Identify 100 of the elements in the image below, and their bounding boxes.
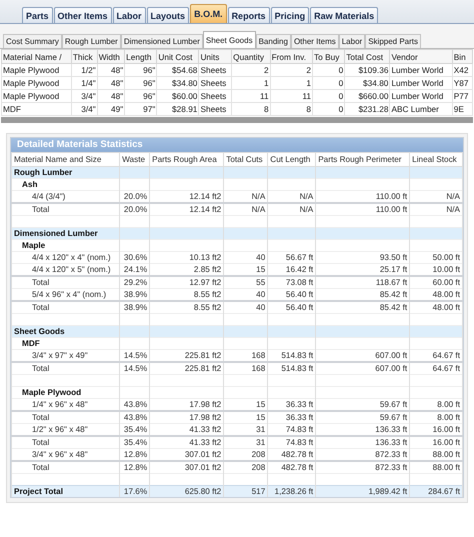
table-cell: 40 — [224, 301, 268, 314]
table-cell: 4/4 (3/4") — [12, 190, 120, 203]
table-cell: 56.40 ft — [268, 301, 316, 314]
table-cell: 1 — [232, 76, 270, 90]
table-cell: Lumber World — [390, 64, 452, 76]
table-cell: 110.00 ft — [316, 190, 410, 203]
table-cell: 24.1% — [120, 264, 150, 276]
table-cell: 3/4" — [71, 90, 98, 102]
sub-tab[interactable]: Sheet Goods — [202, 31, 256, 48]
table-cell: 64.67 ft — [410, 350, 462, 362]
column-header: Parts Rough Area — [150, 152, 224, 166]
table-cell: Maple Plywood — [2, 90, 72, 102]
table-cell: 17.6% — [120, 486, 150, 497]
table-cell: 43.8% — [120, 411, 150, 424]
table-cell: 8.55 ft2 — [150, 301, 224, 314]
main-tab[interactable]: Labor — [112, 7, 146, 23]
column-header[interactable]: Vendor — [390, 50, 452, 64]
table-cell: 1/2" — [71, 64, 98, 76]
table-cell: 12.8% — [120, 448, 150, 461]
table-cell: Total — [12, 436, 120, 448]
table-cell: 625.80 ft2 — [150, 486, 224, 497]
column-header[interactable]: Length — [124, 50, 157, 64]
table-cell: 11 — [232, 90, 270, 102]
table-cell: 48.00 ft — [410, 301, 462, 314]
table-cell: 14.5% — [120, 350, 150, 362]
table-cell: 43.8% — [120, 398, 150, 411]
sub-tab[interactable]: Other Items — [290, 34, 339, 48]
table-cell: 8 — [232, 102, 270, 116]
group-label: Maple Plywood — [12, 386, 120, 398]
table-cell: 96" — [124, 64, 157, 76]
main-tab[interactable]: Parts — [22, 7, 53, 23]
table-cell: 0 — [312, 102, 345, 116]
column-header[interactable]: Thick — [71, 50, 98, 64]
table-cell: 56.40 ft — [268, 288, 316, 301]
table-cell: 59.67 ft — [316, 411, 410, 424]
table-cell: 168 — [224, 362, 268, 374]
table-cell: Sheets — [198, 64, 232, 76]
table-cell: 97" — [124, 102, 157, 116]
table-cell: 307.01 ft2 — [150, 448, 224, 461]
table-cell: 20.0% — [120, 203, 150, 216]
table-cell: 0 — [312, 64, 345, 76]
table-cell: 74.83 ft — [268, 424, 316, 436]
sub-tab[interactable]: Cost Summary — [3, 34, 62, 48]
table-cell: 136.33 ft — [316, 436, 410, 448]
main-tab[interactable]: Raw Materials — [310, 7, 378, 23]
table-cell: 3/4" x 97" x 49" — [12, 350, 120, 362]
category-label: Dimensioned Lumber — [12, 228, 120, 240]
table-cell: 872.33 ft — [316, 448, 410, 461]
column-header[interactable]: Bin — [452, 50, 472, 64]
column-header[interactable]: Quantity — [232, 50, 270, 64]
column-header[interactable]: Total Cost — [344, 50, 390, 64]
main-tab[interactable]: Pricing — [270, 7, 310, 23]
column-header[interactable]: Material Name / — [2, 50, 72, 64]
table-cell: 0 — [312, 76, 345, 90]
table-cell: 1/2" x 96" x 48" — [12, 424, 120, 436]
table-cell: 64.67 ft — [410, 362, 462, 374]
sub-tab[interactable]: Skipped Parts — [365, 34, 422, 48]
table-cell: N/A — [410, 203, 462, 216]
table-cell: Project Total — [12, 486, 120, 497]
table-cell: 56.67 ft — [268, 252, 316, 264]
table-cell: 15 — [224, 398, 268, 411]
table-cell: 40 — [224, 252, 268, 264]
table-cell: Total — [12, 362, 120, 374]
table-cell: $28.91 — [156, 102, 199, 116]
table-cell: Total — [12, 276, 120, 288]
table-cell: 74.83 ft — [268, 436, 316, 448]
table-cell: 41.33 ft2 — [150, 424, 224, 436]
table-cell: $34.80 — [344, 76, 390, 90]
table-cell: 607.00 ft — [316, 350, 410, 362]
main-tab[interactable]: Layouts — [146, 7, 190, 23]
table-cell: 3/4" — [71, 102, 98, 116]
column-header[interactable]: Unit Cost — [156, 50, 199, 64]
column-header[interactable]: From Inv. — [270, 50, 313, 64]
table-cell: Total — [12, 301, 120, 314]
table-cell: 88.00 ft — [410, 448, 462, 461]
sub-tab[interactable]: Dimensioned Lumber — [120, 34, 203, 48]
table-cell: 2 — [232, 64, 270, 76]
main-tab[interactable]: Reports — [228, 7, 270, 23]
table-cell: 48" — [97, 76, 125, 90]
main-tab[interactable]: Other Items — [54, 7, 112, 23]
sub-tab[interactable]: Labor — [338, 34, 366, 48]
table-cell: Total — [12, 461, 120, 474]
sub-tab[interactable]: Banding — [256, 34, 291, 48]
table-cell: 225.81 ft2 — [150, 350, 224, 362]
group-label: Ash — [12, 178, 120, 190]
table-cell: 38.9% — [120, 288, 150, 301]
table-cell: 225.81 ft2 — [150, 362, 224, 374]
column-header[interactable]: Width — [97, 50, 125, 64]
table-cell: 1 — [270, 76, 313, 90]
table-cell: $54.68 — [156, 64, 199, 76]
main-tab[interactable]: B.O.M. — [190, 4, 227, 23]
table-cell: Sheets — [198, 76, 232, 90]
table-cell: 36.33 ft — [268, 398, 316, 411]
table-cell: 73.08 ft — [268, 276, 316, 288]
column-header[interactable]: Units — [198, 50, 232, 64]
sub-tab[interactable]: Rough Lumber — [62, 34, 121, 48]
table-cell: 40 — [224, 288, 268, 301]
table-cell: 8.00 ft — [410, 411, 462, 424]
column-header[interactable]: To Buy — [312, 50, 345, 64]
table-cell: 48" — [97, 64, 125, 76]
